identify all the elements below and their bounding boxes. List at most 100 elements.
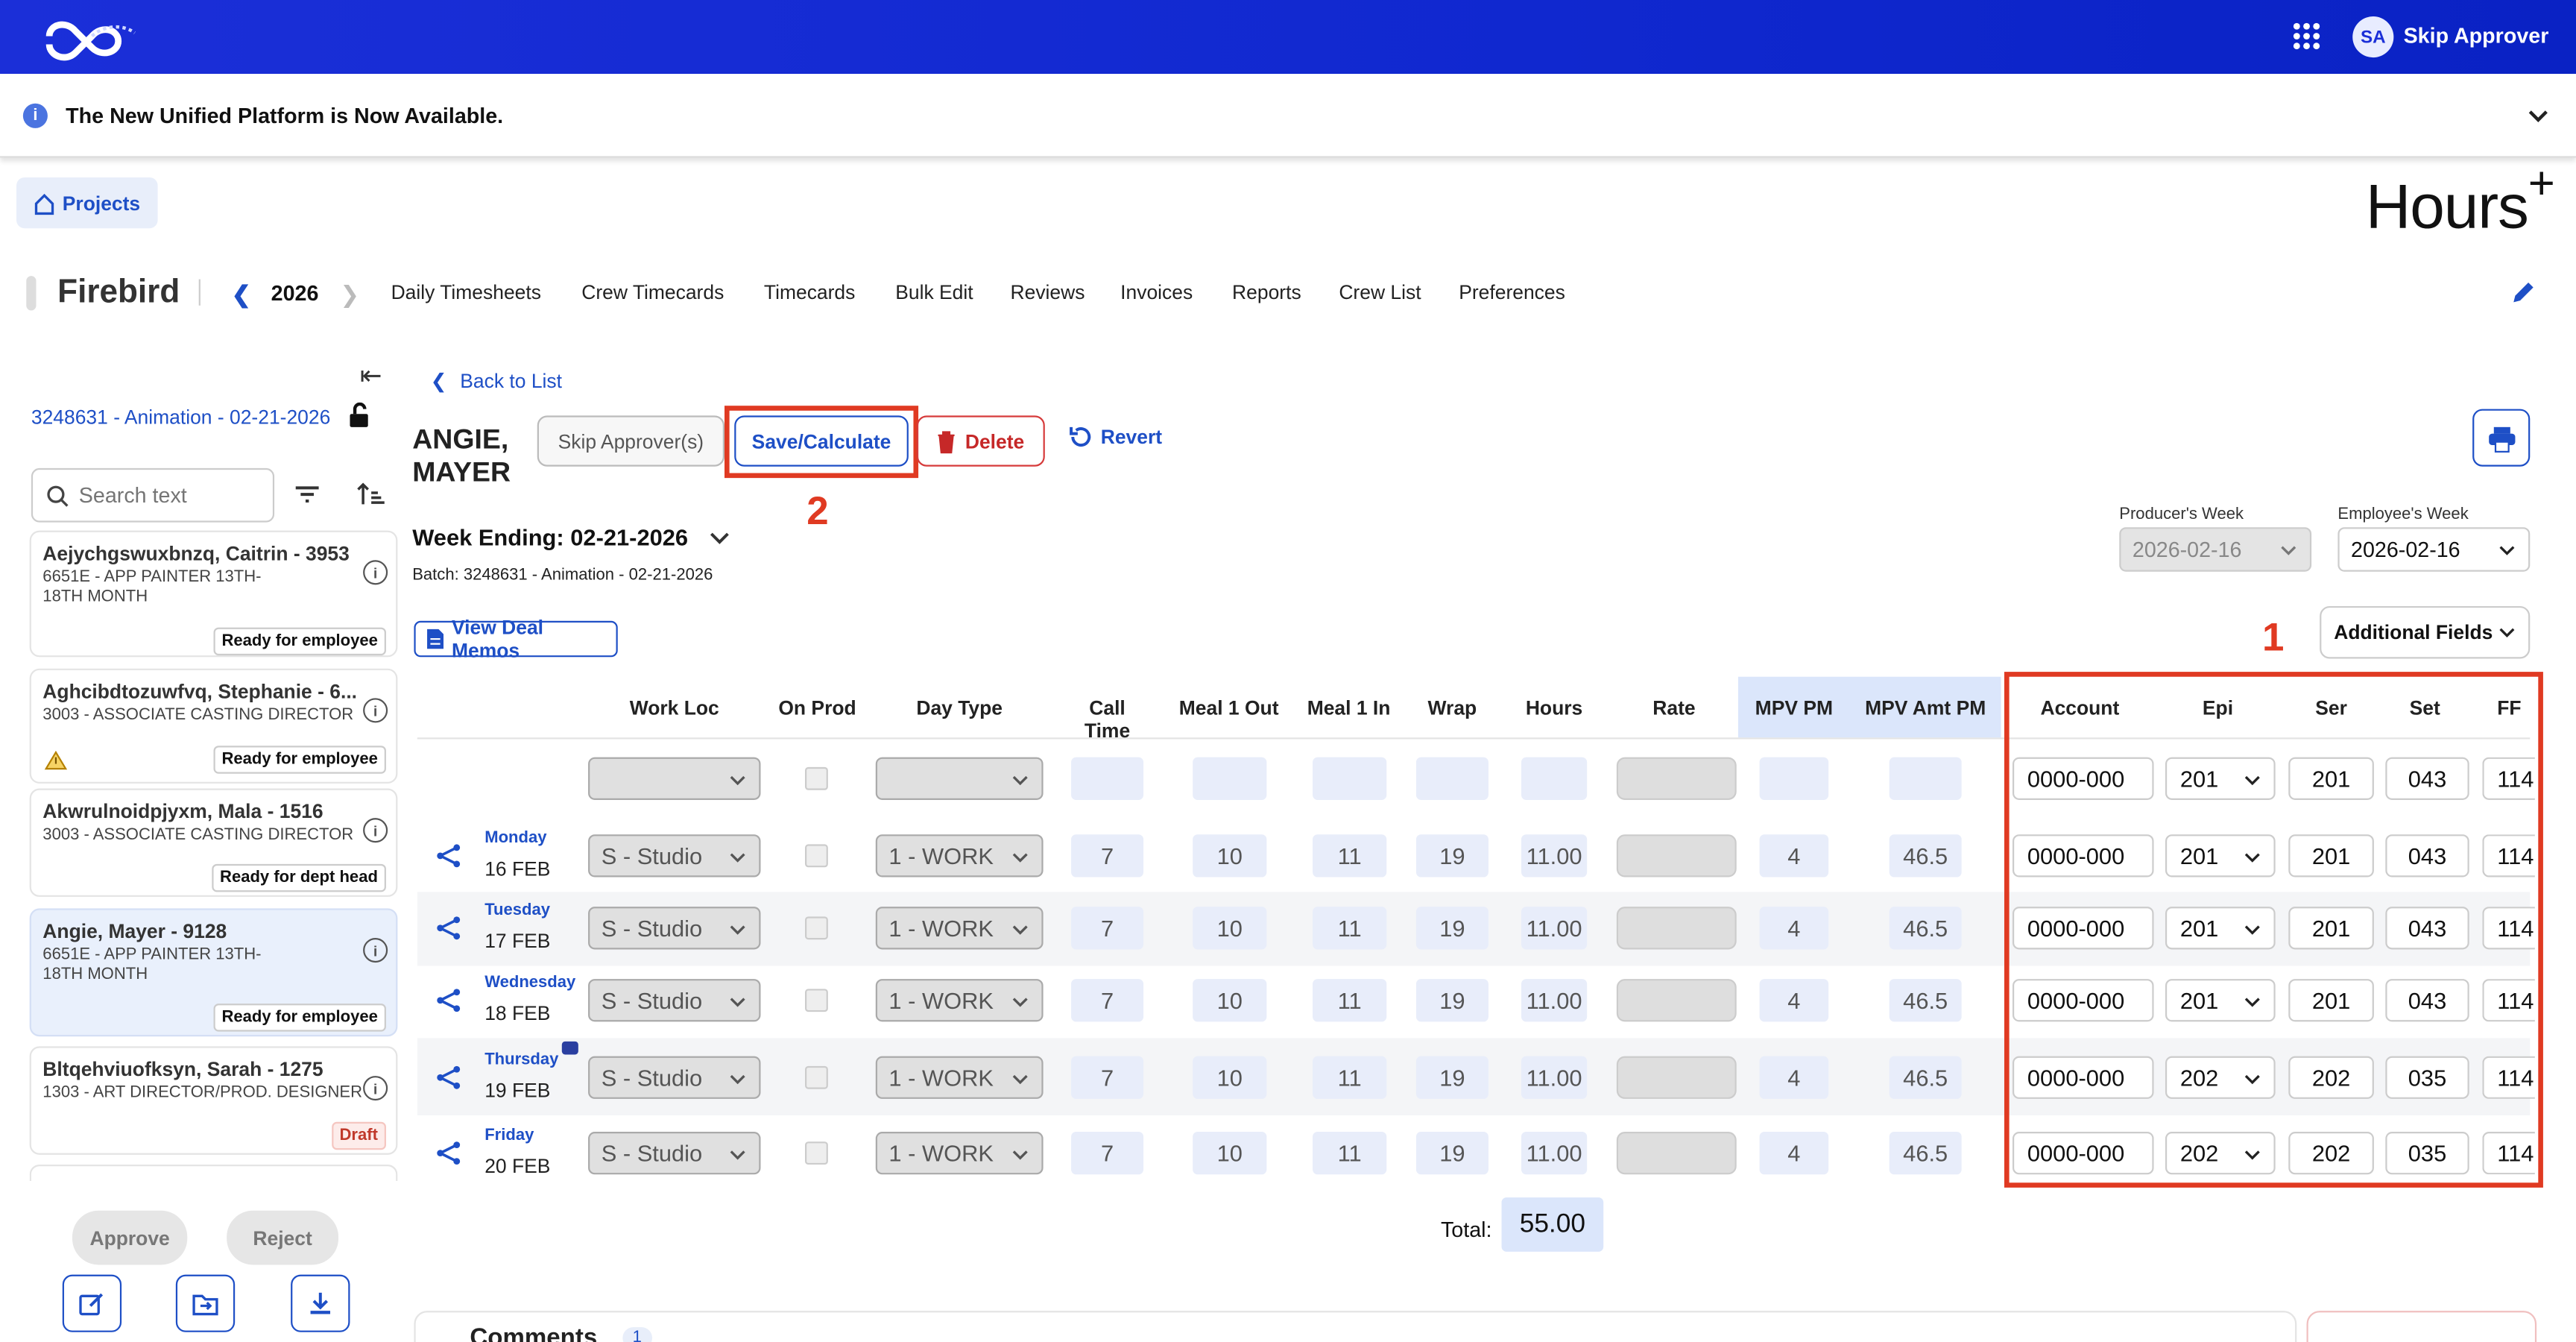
work-location-select[interactable] (588, 757, 761, 800)
user-name[interactable]: Skip Approver (2404, 23, 2549, 48)
wrap-cell[interactable]: 19 (1415, 834, 1489, 878)
share-icon[interactable] (435, 842, 461, 869)
meal1-out-cell[interactable]: 10 (1193, 834, 1267, 878)
timecard-list-item[interactable]: Bltqehviuofksyn, Sarah - 1275 1303 - ART… (29, 1046, 398, 1155)
employees-week-select[interactable]: 2026-02-16 (2337, 527, 2531, 572)
share-icon[interactable] (435, 1140, 461, 1166)
move-button[interactable] (175, 1274, 236, 1332)
info-icon[interactable]: i (363, 698, 388, 723)
call-time-cell[interactable]: 7 (1071, 1131, 1144, 1175)
work-location-select[interactable]: S - Studio (588, 834, 761, 878)
reject-button[interactable]: Reject (227, 1210, 339, 1265)
meal1-in-cell[interactable]: 11 (1313, 1056, 1387, 1099)
day-type-select[interactable]: 1 - WORK (875, 979, 1044, 1022)
year-next-icon[interactable]: ❯ (340, 281, 359, 309)
apps-grid-icon[interactable] (2293, 22, 2320, 50)
company-logo[interactable] (42, 11, 145, 61)
wrap-cell[interactable]: 19 (1415, 1056, 1489, 1099)
nav-bulk-edit[interactable]: Bulk Edit (895, 281, 973, 304)
comments-panel[interactable] (414, 1311, 2297, 1342)
info-icon[interactable]: i (363, 560, 388, 585)
nav-reviews[interactable]: Reviews (1011, 281, 1085, 304)
unlock-icon[interactable] (348, 402, 371, 429)
filter-icon[interactable] (292, 479, 322, 509)
nav-reports[interactable]: Reports (1232, 281, 1301, 304)
nav-divider (198, 279, 201, 306)
download-button[interactable] (291, 1274, 350, 1332)
timecard-list-item-selected[interactable]: Angie, Mayer - 9128 6651E - APP PAINTER … (29, 908, 398, 1037)
wrap-cell[interactable]: 19 (1415, 1131, 1489, 1175)
day-type-select[interactable]: 1 - WORK (875, 1131, 1044, 1175)
additional-fields-button[interactable]: Additional Fields (2320, 605, 2531, 659)
on-production-checkbox[interactable] (805, 1141, 828, 1165)
nav-crew-timecards[interactable]: Crew Timecards (581, 281, 724, 304)
delete-button[interactable]: Delete (916, 415, 1045, 467)
annotation-highlight-additional-fields (2004, 672, 2543, 1188)
view-deal-memos-button[interactable]: View Deal Memos (414, 616, 618, 662)
on-production-checkbox[interactable] (805, 916, 828, 940)
call-time-cell[interactable]: 7 (1071, 834, 1144, 878)
on-production-checkbox[interactable] (805, 989, 828, 1012)
skip-approvers-button[interactable]: Skip Approver(s) (537, 415, 725, 467)
nav-timecards[interactable]: Timecards (764, 281, 855, 304)
call-time-cell[interactable]: 7 (1071, 1056, 1144, 1099)
timecard-list-item[interactable]: Aejychgswuxbnzq, Caitrin - 3953 6651E - … (29, 530, 398, 658)
approve-button[interactable]: Approve (72, 1210, 188, 1265)
back-to-list-link[interactable]: ❮ Back to List (430, 370, 562, 393)
print-button[interactable] (2472, 409, 2531, 467)
call-time-cell[interactable]: 7 (1071, 979, 1144, 1022)
work-location-select[interactable]: S - Studio (588, 1056, 761, 1099)
meal1-in-cell[interactable]: 11 (1313, 907, 1387, 950)
collapse-sidebar-icon[interactable]: ⇤ (360, 359, 382, 392)
batch-link[interactable]: 3248631 - Animation - 02-21-2026 (31, 406, 330, 429)
meal1-out-cell[interactable]: 10 (1193, 979, 1267, 1022)
timecard-list-item[interactable]: Akwrulnoidpjyxm, Mala - 1516 3003 - ASSO… (29, 788, 398, 897)
call-time-cell (1071, 757, 1144, 800)
projects-button[interactable]: Projects (16, 177, 158, 229)
comment-icon[interactable] (561, 1041, 578, 1055)
share-icon[interactable] (435, 1065, 461, 1091)
nav-invoices[interactable]: Invoices (1120, 281, 1193, 304)
work-location-select[interactable]: S - Studio (588, 1131, 761, 1175)
week-ending-selector[interactable]: Week Ending: 02-21-2026 (412, 524, 730, 550)
avatar[interactable]: SA (2352, 16, 2394, 58)
info-icon[interactable]: i (363, 1076, 388, 1101)
search-box[interactable] (31, 467, 275, 523)
action-button[interactable] (2306, 1311, 2537, 1342)
share-icon[interactable] (435, 987, 461, 1013)
day-type-select[interactable]: 1 - WORK (875, 834, 1044, 878)
chevron-down-icon (730, 775, 745, 786)
on-production-checkbox[interactable] (805, 1065, 828, 1089)
nav-daily-timesheets[interactable]: Daily Timesheets (391, 281, 541, 304)
day-type-select[interactable]: 1 - WORK (875, 1056, 1044, 1099)
sort-icon[interactable] (356, 479, 386, 509)
timecard-list-item[interactable] (29, 1165, 398, 1182)
meal1-out-cell[interactable]: 10 (1193, 907, 1267, 950)
info-icon[interactable]: i (363, 938, 388, 963)
work-location-select[interactable]: S - Studio (588, 907, 761, 950)
on-production-checkbox[interactable] (805, 766, 828, 790)
timecard-list-item[interactable]: Aghcibdtozuwfvq, Stephanie - 6... 3003 -… (29, 668, 398, 784)
meal1-in-cell[interactable]: 11 (1313, 979, 1387, 1022)
on-production-checkbox[interactable] (805, 844, 828, 868)
share-icon[interactable] (435, 915, 461, 941)
day-type-select[interactable] (875, 757, 1044, 800)
chevron-down-icon[interactable] (2525, 102, 2551, 128)
work-location-select[interactable]: S - Studio (588, 979, 761, 1022)
wrap-cell[interactable]: 19 (1415, 979, 1489, 1022)
revert-button[interactable]: Revert (1068, 423, 1162, 450)
nav-preferences[interactable]: Preferences (1459, 281, 1565, 304)
search-input[interactable] (78, 482, 260, 508)
nav-crew-list[interactable]: Crew List (1339, 281, 1421, 304)
year-prev-icon[interactable]: ❮ (232, 281, 251, 309)
meal1-out-cell[interactable]: 10 (1193, 1056, 1267, 1099)
day-type-select[interactable]: 1 - WORK (875, 907, 1044, 950)
meal1-in-cell[interactable]: 11 (1313, 834, 1387, 878)
meal1-in-cell[interactable]: 11 (1313, 1131, 1387, 1175)
call-time-cell[interactable]: 7 (1071, 907, 1144, 950)
meal1-out-cell[interactable]: 10 (1193, 1131, 1267, 1175)
wrap-cell[interactable]: 19 (1415, 907, 1489, 950)
edit-button[interactable] (62, 1274, 122, 1332)
pencil-icon[interactable] (2509, 277, 2539, 307)
info-icon[interactable]: i (363, 818, 388, 843)
